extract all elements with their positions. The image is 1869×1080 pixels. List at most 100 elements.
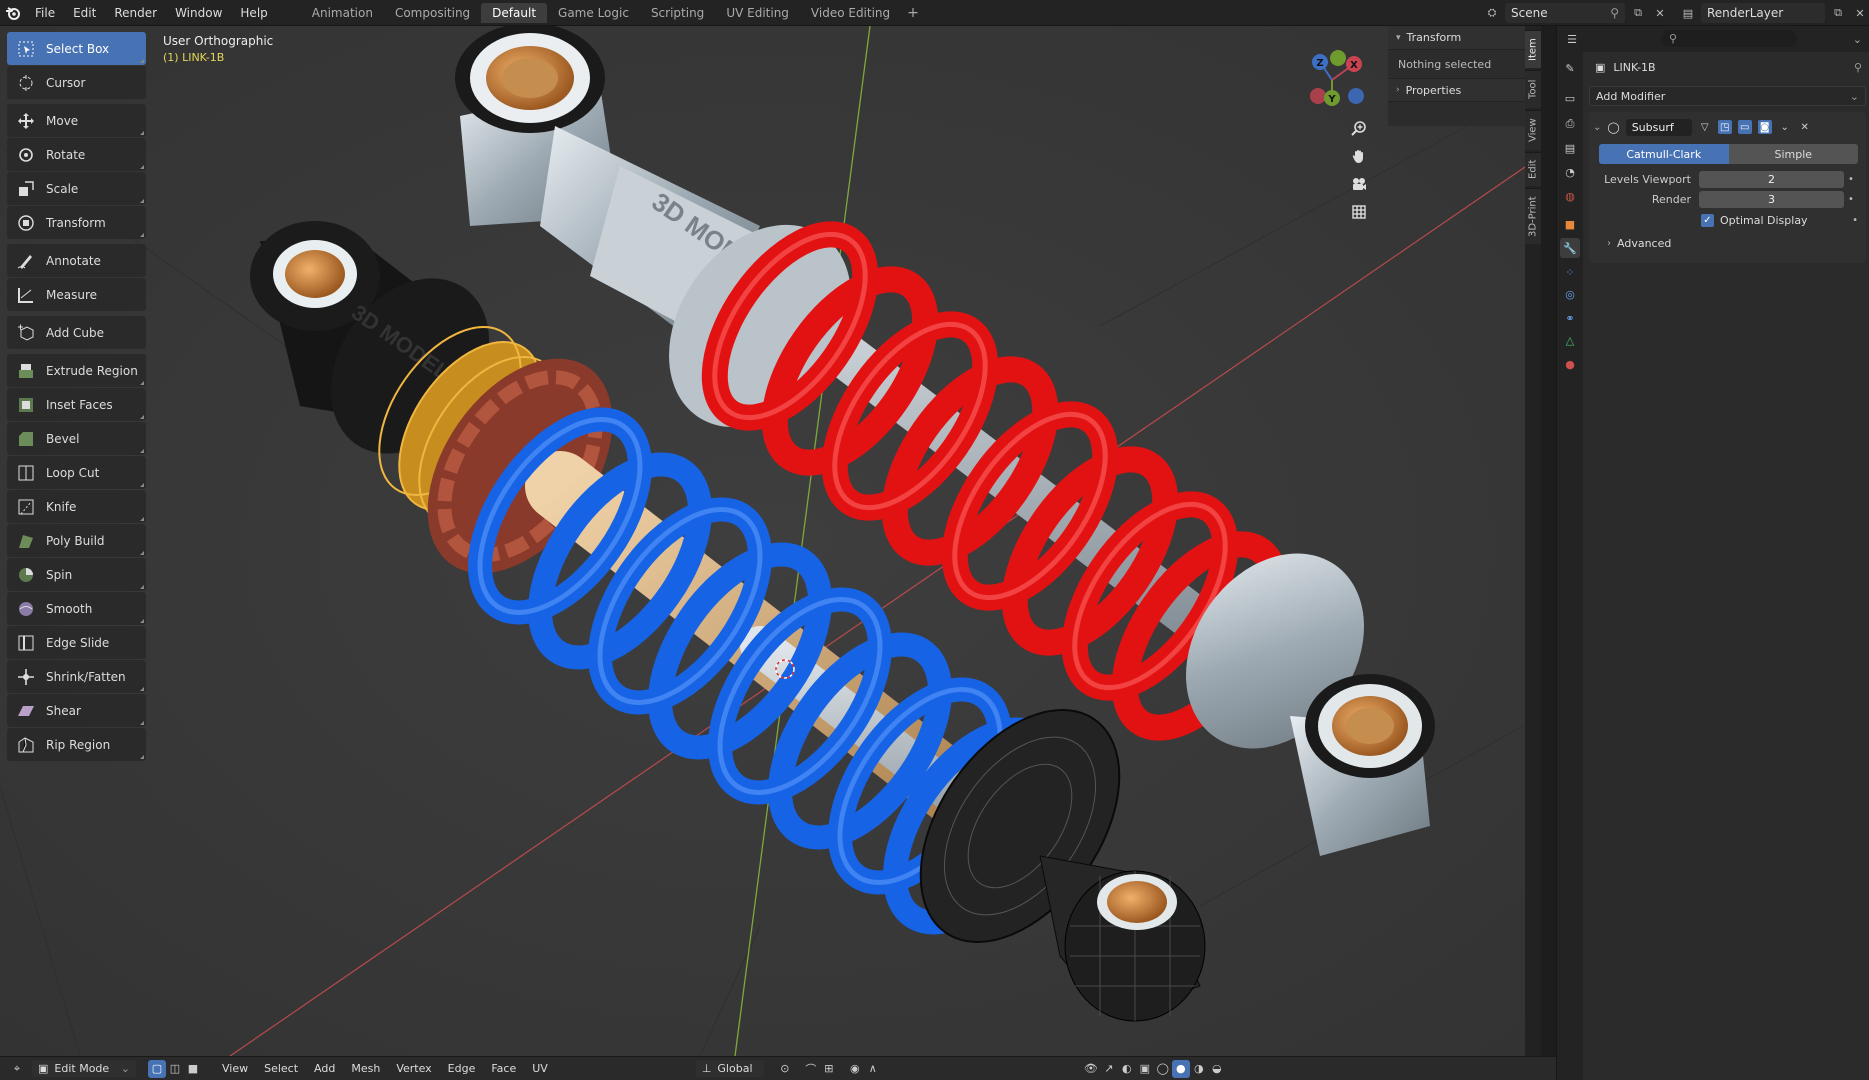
tool-bevel[interactable]: Bevel <box>7 422 146 455</box>
delete-scene-icon[interactable]: ✕ <box>1651 4 1669 22</box>
tab-item[interactable]: Item <box>1525 30 1541 68</box>
workspace-tab-game-logic[interactable]: Game Logic <box>547 3 640 23</box>
tab-tool[interactable]: Tool <box>1525 70 1541 108</box>
tab-3d-print[interactable]: 3D-Print <box>1525 188 1541 244</box>
workspace-tab-animation[interactable]: Animation <box>301 3 384 23</box>
edit-mode-toggle-icon[interactable]: ▽ <box>1698 120 1712 134</box>
shading-wireframe-icon[interactable]: ◯ <box>1154 1060 1172 1078</box>
pivot-point-icon[interactable]: ⊙ <box>776 1060 794 1078</box>
tool-loop-cut[interactable]: Loop Cut <box>7 456 146 489</box>
tool-rotate[interactable]: Rotate <box>7 138 146 171</box>
world-tab-icon[interactable]: ◍ <box>1560 186 1580 206</box>
camera-view-icon[interactable] <box>1347 172 1371 196</box>
tool-select-box[interactable]: Select Box <box>7 32 146 65</box>
overlay-icon[interactable]: ◐ <box>1118 1060 1136 1078</box>
material-tab-icon[interactable]: ● <box>1560 354 1580 374</box>
header-menu-select[interactable]: Select <box>256 1062 306 1075</box>
tool-edge-slide[interactable]: Edge Slide <box>7 626 146 659</box>
new-scene-icon[interactable]: ⧉ <box>1629 4 1647 22</box>
menu-window[interactable]: Window <box>166 6 231 20</box>
menu-render[interactable]: Render <box>105 6 166 20</box>
tool-transform[interactable]: Transform <box>7 206 146 239</box>
pin-icon[interactable]: ⚲ <box>1610 6 1619 20</box>
header-menu-uv[interactable]: UV <box>524 1062 556 1075</box>
scene-selector[interactable]: Scene ⚲ <box>1505 3 1625 23</box>
render-levels-field[interactable]: 3 <box>1699 191 1844 208</box>
face-select-icon[interactable]: ■ <box>184 1060 202 1078</box>
data-tab-icon[interactable]: △ <box>1560 330 1580 350</box>
render-toggle-icon[interactable]: ◙ <box>1757 120 1772 134</box>
tool-move[interactable]: Move <box>7 104 146 137</box>
chevron-down-icon[interactable]: ⌄ <box>1853 33 1862 46</box>
navigation-gizmo[interactable]: Z X Y <box>1298 40 1378 120</box>
remove-modifier-icon[interactable]: ✕ <box>1798 120 1812 134</box>
transform-panel-header[interactable]: ▾ Transform <box>1388 26 1525 50</box>
header-menu-vertex[interactable]: Vertex <box>388 1062 439 1075</box>
visibility-icon[interactable]: 👁 <box>1082 1060 1100 1078</box>
advanced-subpanel-header[interactable]: › Advanced <box>1593 231 1862 255</box>
tool-spin[interactable]: Spin <box>7 558 146 591</box>
keyframe-dot-icon[interactable]: • <box>1852 215 1858 226</box>
viewport-toggle-icon[interactable]: ▭ <box>1737 120 1752 134</box>
modifier-menu-icon[interactable]: ⌄ <box>1778 120 1792 134</box>
xray-icon[interactable]: ▣ <box>1136 1060 1154 1078</box>
tool-extrude-region[interactable]: Extrude Region <box>7 354 146 387</box>
header-menu-add[interactable]: Add <box>306 1062 343 1075</box>
keyframe-dot-icon[interactable]: • <box>1844 174 1858 185</box>
object-tab-icon[interactable]: ■ <box>1560 214 1580 234</box>
output-tab-icon[interactable]: ⎙ <box>1560 114 1580 134</box>
view-layer-browse-icon[interactable]: ▤ <box>1679 4 1697 22</box>
tool-tab-icon[interactable]: ✎ <box>1560 58 1580 78</box>
snap-target-icon[interactable]: ⊞ <box>820 1060 838 1078</box>
tool-add-cube[interactable]: Add Cube <box>7 316 146 349</box>
workspace-tab-scripting[interactable]: Scripting <box>640 3 715 23</box>
tool-poly-build[interactable]: Poly Build <box>7 524 146 557</box>
gizmo-toggle-icon[interactable]: ↗ <box>1100 1060 1118 1078</box>
perspective-toggle-icon[interactable] <box>1347 200 1371 224</box>
optimal-display-row[interactable]: ✓ Optimal Display • <box>1701 209 1862 231</box>
blender-logo-icon[interactable] <box>0 0 26 26</box>
header-menu-edge[interactable]: Edge <box>440 1062 484 1075</box>
tool-annotate[interactable]: Annotate <box>7 244 146 277</box>
proportional-editing-icon[interactable]: ◉ <box>846 1060 864 1078</box>
collapse-chevron-icon[interactable]: ⌄ <box>1593 122 1601 133</box>
mode-selector[interactable]: ▣ Edit Mode ⌄ <box>32 1060 136 1077</box>
properties-editor-type-icon[interactable]: ☰ <box>1563 30 1581 48</box>
menu-edit[interactable]: Edit <box>64 6 105 20</box>
zoom-icon[interactable] <box>1347 116 1371 140</box>
constraints-tab-icon[interactable]: ⚭ <box>1560 308 1580 328</box>
catmull-clark-option[interactable]: Catmull-Clark <box>1599 144 1729 164</box>
workspace-tab-video-editing[interactable]: Video Editing <box>800 3 901 23</box>
levels-viewport-field[interactable]: 2 <box>1699 171 1844 188</box>
tool-smooth[interactable]: Smooth <box>7 592 146 625</box>
optimal-display-checkbox[interactable]: ✓ <box>1701 213 1714 227</box>
editor-type-icon[interactable]: ⌖ <box>8 1060 26 1078</box>
workspace-tab-default[interactable]: Default <box>481 2 548 23</box>
properties-panel-header[interactable]: › Properties <box>1388 78 1525 102</box>
menu-file[interactable]: File <box>26 6 64 20</box>
transform-orientation-selector[interactable]: ⊥ Global <box>695 1060 764 1077</box>
modifier-tab-icon[interactable]: 🔧 <box>1560 238 1580 258</box>
tool-scale[interactable]: Scale <box>7 172 146 205</box>
shading-rendered-icon[interactable]: ◒ <box>1208 1060 1226 1078</box>
workspace-tab-compositing[interactable]: Compositing <box>384 3 481 23</box>
pan-hand-icon[interactable] <box>1347 144 1371 168</box>
tool-measure[interactable]: Measure <box>7 278 146 311</box>
snap-icon[interactable]: ⌒ <box>802 1060 820 1078</box>
view-layer-selector[interactable]: RenderLayer <box>1701 3 1825 23</box>
shading-solid-icon[interactable]: ● <box>1171 1059 1190 1078</box>
scene-tab-icon[interactable]: ◔ <box>1560 162 1580 182</box>
cage-toggle-icon[interactable]: ◳ <box>1717 120 1732 134</box>
add-workspace-icon[interactable]: + <box>901 5 925 21</box>
render-tab-icon[interactable]: ▭ <box>1560 88 1580 108</box>
delete-view-layer-icon[interactable]: ✕ <box>1851 4 1869 22</box>
simple-option[interactable]: Simple <box>1728 144 1858 164</box>
menu-help[interactable]: Help <box>231 6 276 20</box>
physics-tab-icon[interactable]: ◎ <box>1560 284 1580 304</box>
add-modifier-button[interactable]: Add Modifier ⌄ <box>1589 86 1866 106</box>
vertex-select-icon[interactable]: ▢ <box>148 1059 166 1078</box>
header-menu-face[interactable]: Face <box>483 1062 524 1075</box>
edge-select-icon[interactable]: ◫ <box>166 1060 184 1078</box>
particles-tab-icon[interactable]: ⁘ <box>1560 262 1580 282</box>
header-menu-mesh[interactable]: Mesh <box>343 1062 388 1075</box>
